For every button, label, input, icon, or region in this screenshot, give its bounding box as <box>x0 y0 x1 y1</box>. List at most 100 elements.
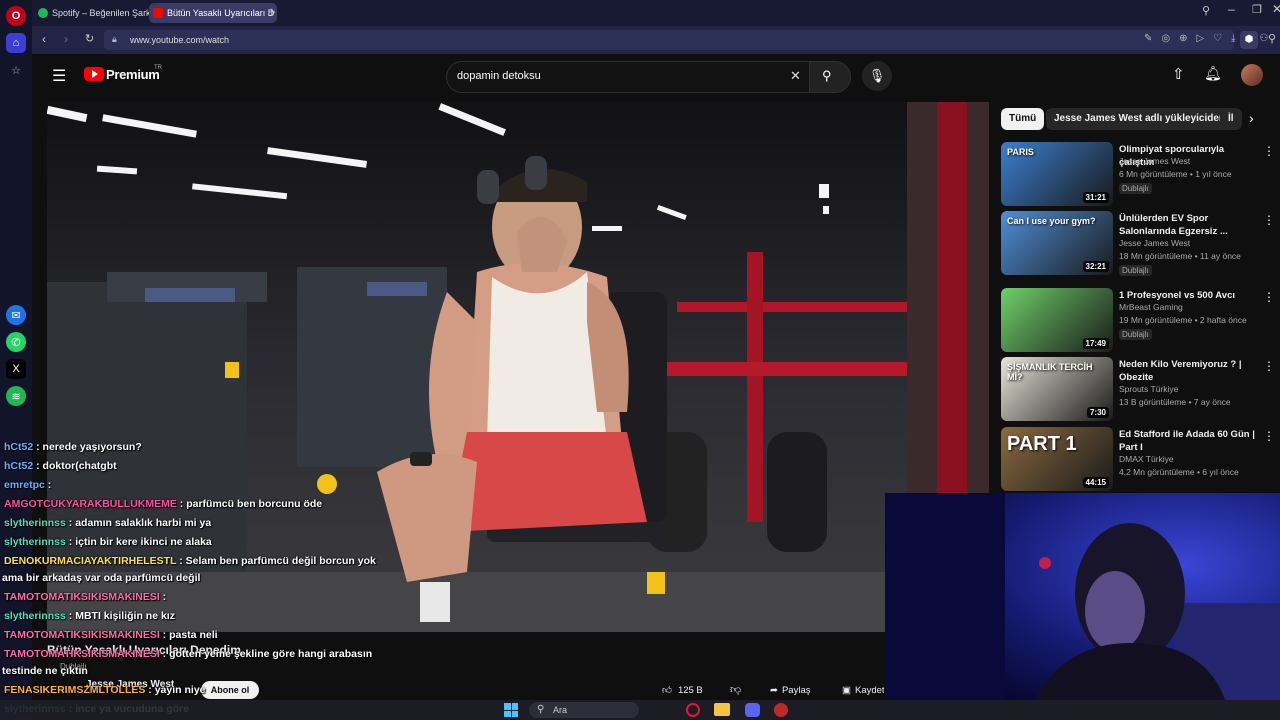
extensions-icon[interactable]: ⬢ <box>1240 31 1258 49</box>
chat-text: içtin bir kere ikinci ne alaka <box>75 536 212 548</box>
clear-search-icon[interactable]: ✕ <box>790 68 801 84</box>
chat-message: TAMOTOMATIKSIKISMAKINESI : <box>4 591 166 603</box>
chat-text: gotten yeme şekline göre hangi arabasın <box>169 648 373 660</box>
save-button[interactable]: ▣ Kaydet <box>842 681 884 699</box>
chat-username: hCt52 <box>4 460 34 472</box>
chat-text: testinde ne çıktın <box>2 665 88 677</box>
video-thumbnail[interactable]: PART 1 44:15 <box>1001 427 1113 491</box>
taskbar-search[interactable]: ⚲ Ara <box>529 702 639 718</box>
chat-username: TAMOTOMATIKSIKISMAKINESI <box>4 629 160 641</box>
webcam-image <box>885 493 1280 700</box>
recommendation-card[interactable]: 17:49 1 Profesyonel vs 500 Avcı MrBeast Ga… <box>1001 288 1275 354</box>
chat-text: MBTI kişiliğin ne kız <box>75 610 175 622</box>
whatsapp-icon[interactable]: ✆ <box>6 332 26 352</box>
recommendation-card[interactable]: PART 1 44:15 Ed Stafford ile Adada 60 Gün … <box>1001 427 1275 493</box>
save-label: Kaydet <box>854 684 884 696</box>
chat-message: AMGOTCUKYARAKBULLUKMEME : parfümcü ben b… <box>4 498 322 510</box>
recommendation-title[interactable]: Neden Kilo Veremiyoruz ? | Obezite <box>1119 358 1259 384</box>
recommendation-title[interactable]: Ed Stafford ile Adada 60 Gün | Part I <box>1119 428 1259 454</box>
spotify-favicon-icon <box>38 8 48 18</box>
chip-related[interactable]: İl <box>1220 108 1242 130</box>
windows-start-icon[interactable] <box>504 703 518 717</box>
recommendation-card[interactable]: PARIS 31:21 Olimpiyat sporcularıyla çalışt… <box>1001 142 1275 208</box>
chat-message: ama bir arkadaş var oda parfümcü değil <box>2 572 200 584</box>
recommendation-channel[interactable]: Jesse James West <box>1119 238 1190 248</box>
more-options-icon[interactable]: ⋮ <box>1263 290 1275 304</box>
video-thumbnail[interactable]: 17:49 <box>1001 288 1113 352</box>
video-duration: 7:30 <box>1086 407 1109 418</box>
notifications-bell-icon[interactable]: 🔔︎ <box>1204 65 1222 82</box>
chat-separator: : <box>145 684 155 696</box>
recommendation-channel[interactable]: MrBeast Gaming <box>1119 302 1183 312</box>
discord-icon[interactable] <box>745 703 760 717</box>
back-icon[interactable]: ‹ <box>42 32 46 46</box>
tab-spotify[interactable]: Spotify – Beğenilen Şarkıl <box>34 3 162 23</box>
file-explorer-icon[interactable] <box>714 703 730 716</box>
recommendation-meta: 4,2 Mn görüntüleme • 6 yıl önce <box>1119 467 1239 477</box>
minimize-icon[interactable]: – <box>1228 2 1235 16</box>
search-input[interactable]: dopamin detoksu ✕ <box>446 61 810 93</box>
more-options-icon[interactable]: ⋮ <box>1263 213 1275 227</box>
chips-next-icon[interactable]: › <box>1249 110 1254 126</box>
recommendation-card[interactable]: Can I use your gym? 32:21 Ünlülerden EV Sp… <box>1001 211 1275 277</box>
thumbnail-text: Can I use your gym? <box>1007 216 1096 226</box>
opera-taskbar-icon[interactable] <box>686 703 700 717</box>
avatar[interactable] <box>1241 64 1263 86</box>
recommendation-channel[interactable]: Jesse James West <box>1119 156 1190 166</box>
youtube-logo-icon[interactable] <box>84 67 104 81</box>
search-tabs-icon[interactable]: ⚲ <box>1202 4 1210 17</box>
home-icon[interactable]: ⌂ <box>6 33 26 53</box>
search-button[interactable]: ⚲ <box>809 61 851 93</box>
more-options-icon[interactable]: ⋮ <box>1263 144 1275 158</box>
star-icon[interactable]: ☆ <box>6 60 26 80</box>
messenger-icon[interactable]: ✉ <box>6 305 26 325</box>
tab-label: Spotify – Beğenilen Şarkıl <box>52 8 156 18</box>
video-thumbnail[interactable]: ŞİŞMANLIK TERCİH Mİ? 7:30 <box>1001 357 1113 421</box>
youtube-favicon-icon <box>153 8 163 18</box>
recommendation-title[interactable]: 1 Profesyonel vs 500 Avcı <box>1119 289 1259 302</box>
recommendation-title[interactable]: Ünlülerden EV Spor Salonlarında Egzersiz… <box>1119 212 1259 238</box>
like-count: 125 B <box>677 684 703 696</box>
url-field[interactable]: 🔒︎ www.youtube.com/watch ✎◎⊕▷♡⤓≡⚇ <box>104 30 1268 50</box>
close-icon[interactable]: ✕ <box>1272 2 1280 16</box>
maximize-icon[interactable]: ❐ <box>1252 3 1262 16</box>
tab-youtube[interactable]: Bütün Yasaklı Uyarıcıları D <box>149 3 277 23</box>
tab-label: Bütün Yasaklı Uyarıcıları D <box>167 8 275 18</box>
recommendation-channel[interactable]: Sprouts Türkiye <box>1119 384 1178 394</box>
forward-icon[interactable]: › <box>64 32 68 46</box>
video-thumbnail[interactable]: PARIS 31:21 <box>1001 142 1113 206</box>
voice-search-icon[interactable]: 🎙︎ <box>862 61 892 91</box>
chip-all[interactable]: Tümü <box>1001 108 1045 130</box>
logo-text: Premium <box>106 67 160 82</box>
share-button[interactable]: ➦ Paylaş <box>770 681 810 699</box>
more-options-icon[interactable]: ⋮ <box>1263 359 1275 373</box>
lock-icon: 🔒︎ <box>112 34 117 44</box>
share-icon: ➦ <box>770 684 778 696</box>
chat-username: hCt52 <box>4 441 34 453</box>
chat-message: testinde ne çıktın <box>2 665 88 677</box>
chat-text: Selam ben parfümcü değil borcun yok <box>185 555 376 567</box>
chat-separator: : <box>159 648 170 660</box>
recommendation-meta: 18 Mn görüntüleme • 11 ay önce <box>1119 251 1241 261</box>
more-options-icon[interactable]: ⋮ <box>1263 429 1275 443</box>
menu-icon[interactable]: ☰ <box>52 66 66 86</box>
dubbed-badge: Dublajlı <box>1119 265 1152 276</box>
chat-text: yayın niye <box>154 684 206 696</box>
dislike-icon[interactable]: 👎︎ <box>730 683 741 696</box>
new-tab-icon[interactable]: + <box>268 4 276 19</box>
recommendation-channel[interactable]: DMAX Türkiye <box>1119 454 1174 464</box>
app-taskbar-icon[interactable] <box>774 703 788 717</box>
chip-uploader[interactable]: Jesse James West adlı yükleyiciden <box>1046 108 1234 130</box>
recommendation-card[interactable]: ŞİŞMANLIK TERCİH Mİ? 7:30 Neden Kilo Verem… <box>1001 357 1275 423</box>
vpn-icon[interactable]: ⚲ <box>1268 32 1276 45</box>
create-upload-icon[interactable]: ⇧ <box>1172 65 1185 83</box>
opera-logo-icon[interactable]: O <box>6 6 26 26</box>
x-twitter-icon[interactable]: X <box>6 359 26 379</box>
spotify-icon[interactable]: ≋ <box>6 386 26 406</box>
like-button[interactable]: 👍︎ 125 B <box>662 681 703 699</box>
chat-message: slytherinnss : MBTI kişiliğin ne kız <box>4 610 175 622</box>
recommendation-meta: 13 B görüntüleme • 7 ay önce <box>1119 397 1231 407</box>
share-label: Paylaş <box>781 684 811 696</box>
video-thumbnail[interactable]: Can I use your gym? 32:21 <box>1001 211 1113 275</box>
reload-icon[interactable]: ↻ <box>85 32 94 45</box>
